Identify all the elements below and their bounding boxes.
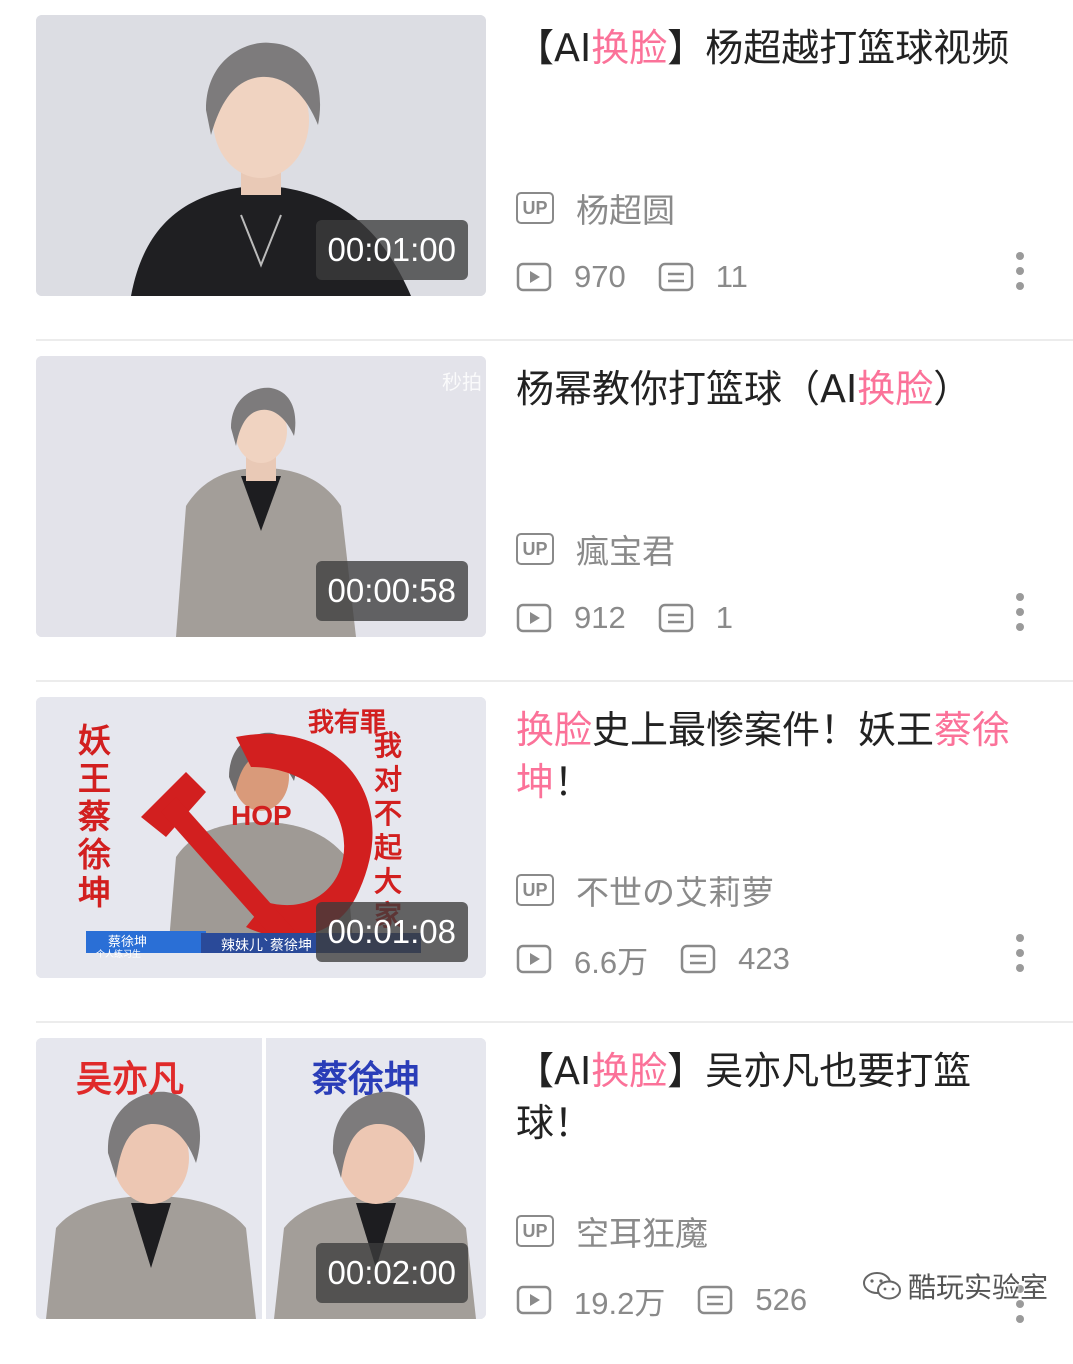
title-part: ！	[554, 760, 593, 804]
uploader-name: 瘋宝君	[576, 532, 675, 571]
title-part: ）	[933, 367, 972, 411]
video-item[interactable]: 妖王蔡徐坤 我有罪 我对不起大家 HOP 蔡徐坤 个人练习生 辣妹儿`蔡徐坤 0…	[0, 682, 1073, 1023]
uploader-row[interactable]: UP 杨超圆	[516, 188, 675, 230]
video-title[interactable]: 【AI换脸】吴亦凡也要打篮球！	[516, 1045, 1036, 1149]
play-count-icon	[516, 262, 552, 292]
title-part: 】杨超越打篮球视频	[667, 26, 1010, 70]
duration-label: 00:01:00	[315, 220, 468, 280]
title-highlight: 换脸	[591, 26, 668, 70]
thumbnail-text-left: 妖王蔡徐坤	[78, 721, 111, 912]
stats-row: 912 1	[516, 598, 765, 638]
title-highlight: 换脸	[516, 708, 593, 752]
comment-count-icon	[698, 1285, 733, 1315]
video-title[interactable]: 【AI换脸】杨超越打篮球视频	[516, 22, 1036, 74]
thumbnail-caption-sub: 个人练习生	[96, 950, 142, 960]
more-vertical-icon[interactable]	[1012, 934, 1028, 978]
video-item[interactable]: 00:01:00 【AI换脸】杨超越打篮球视频 UP 杨超圆 970 11	[0, 0, 1073, 341]
video-title[interactable]: 换脸史上最惨案件！妖王蔡徐坤！	[516, 704, 1036, 808]
thumbnail-caption-bar: 辣妹儿`蔡徐坤	[221, 938, 312, 954]
title-part: 【AI	[516, 26, 592, 70]
stats-row: 6.6万 423	[516, 939, 822, 980]
uploader-row[interactable]: UP 不世の艾莉萝	[516, 870, 774, 912]
video-thumbnail[interactable]: 秒拍 00:00:58	[36, 356, 486, 637]
more-vertical-icon[interactable]	[1012, 593, 1028, 637]
stats-row: 19.2万 526	[516, 1280, 839, 1321]
thumbnail-label-left: 吴亦凡	[76, 1059, 185, 1100]
up-badge-icon: UP	[516, 1215, 554, 1247]
video-item[interactable]: 秒拍 00:00:58 杨幂教你打篮球（AI换脸） UP 瘋宝君 912 1	[0, 341, 1073, 682]
comment-count-icon	[658, 262, 693, 292]
comment-count: 11	[715, 259, 748, 294]
uploader-row[interactable]: UP 空耳狂魔	[516, 1211, 708, 1253]
view-count: 6.6万	[574, 944, 649, 980]
video-title[interactable]: 杨幂教你打篮球（AI换脸）	[516, 363, 1036, 415]
more-vertical-icon[interactable]	[1012, 252, 1028, 296]
video-thumbnail[interactable]: 妖王蔡徐坤 我有罪 我对不起大家 HOP 蔡徐坤 个人练习生 辣妹儿`蔡徐坤 0…	[36, 697, 486, 978]
thumbnail-text-center: HOP	[231, 800, 292, 831]
title-highlight: 换脸	[591, 1049, 668, 1093]
uploader-name: 杨超圆	[576, 191, 675, 230]
watermark: 酷玩实验室	[862, 1266, 1048, 1306]
up-badge-icon: UP	[516, 874, 554, 906]
duration-label: 00:00:58	[315, 561, 468, 621]
wechat-icon	[863, 1272, 901, 1300]
title-part: 杨幂教你打篮球（AI	[516, 367, 858, 411]
title-highlight: 换脸	[857, 367, 934, 411]
play-count-icon	[516, 1285, 552, 1315]
video-item[interactable]: 吴亦凡 蔡徐坤 00:02:00 【AI换脸】吴亦凡也要打篮球！ UP 空耳狂魔…	[0, 1023, 1073, 1364]
watermark-text: 酷玩实验室	[908, 1271, 1049, 1304]
view-count: 912	[574, 600, 626, 635]
video-thumbnail[interactable]: 吴亦凡 蔡徐坤 00:02:00	[36, 1038, 486, 1319]
play-count-icon	[516, 603, 552, 633]
view-count: 970	[574, 259, 626, 294]
uploader-name: 空耳狂魔	[576, 1214, 708, 1253]
duration-label: 00:02:00	[315, 1243, 468, 1303]
duration-label: 00:01:08	[315, 902, 468, 962]
comment-count-icon	[680, 944, 716, 974]
comment-count: 423	[738, 941, 790, 976]
thumbnail-label-right: 蔡徐坤	[312, 1059, 421, 1100]
uploader-name: 不世の艾莉萝	[576, 873, 774, 912]
title-part: 【AI	[516, 1049, 592, 1093]
comment-count: 1	[715, 600, 733, 635]
title-part: 史上最惨案件！妖王	[592, 708, 935, 752]
stats-row: 970 11	[516, 257, 780, 297]
comment-count-icon	[658, 603, 693, 633]
video-thumbnail[interactable]: 00:01:00	[36, 15, 486, 296]
comment-count: 526	[755, 1282, 808, 1317]
up-badge-icon: UP	[516, 192, 554, 224]
uploader-row[interactable]: UP 瘋宝君	[516, 529, 675, 571]
up-badge-icon: UP	[516, 533, 554, 565]
view-count: 19.2万	[574, 1285, 666, 1321]
thumbnail-watermark: 秒拍	[442, 370, 482, 394]
play-count-icon	[516, 944, 552, 974]
